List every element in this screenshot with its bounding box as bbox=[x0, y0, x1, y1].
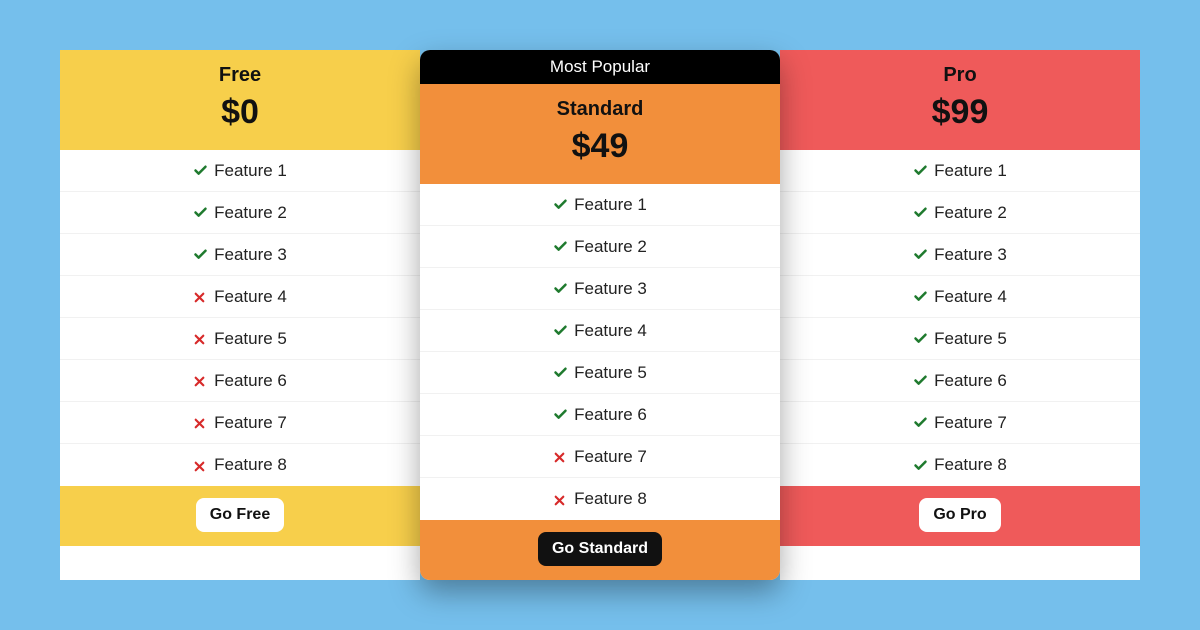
check-icon bbox=[913, 247, 928, 262]
check-icon bbox=[913, 205, 928, 220]
plan-footer: Go Standard bbox=[420, 520, 780, 580]
pricing-plan-standard: Most Popular Standard $49 Feature 1 Feat… bbox=[420, 50, 780, 580]
feature-label: Feature 2 bbox=[934, 203, 1007, 223]
feature-row: Feature 6 bbox=[420, 394, 780, 436]
check-icon bbox=[913, 458, 928, 473]
check-icon bbox=[553, 239, 568, 254]
feature-row: Feature 8 bbox=[420, 478, 780, 520]
plan-header: Pro $99 bbox=[780, 50, 1140, 150]
check-icon bbox=[913, 373, 928, 388]
feature-label: Feature 3 bbox=[574, 279, 647, 299]
feature-label: Feature 5 bbox=[574, 363, 647, 383]
feature-label: Feature 1 bbox=[934, 161, 1007, 181]
feature-row: Feature 5 bbox=[60, 318, 420, 360]
feature-label: Feature 6 bbox=[574, 405, 647, 425]
cross-icon bbox=[553, 449, 568, 464]
cross-icon bbox=[193, 289, 208, 304]
check-icon bbox=[553, 407, 568, 422]
feature-row: Feature 4 bbox=[60, 276, 420, 318]
feature-label: Feature 3 bbox=[934, 245, 1007, 265]
plan-price: $0 bbox=[60, 93, 420, 132]
go-standard-button[interactable]: Go Standard bbox=[538, 532, 662, 566]
feature-row: Feature 2 bbox=[780, 192, 1140, 234]
check-icon bbox=[553, 365, 568, 380]
cross-icon bbox=[193, 373, 208, 388]
cross-icon bbox=[193, 331, 208, 346]
check-icon bbox=[193, 163, 208, 178]
plan-header: Standard $49 bbox=[420, 84, 780, 184]
feature-label: Feature 4 bbox=[574, 321, 647, 341]
feature-row: Feature 1 bbox=[420, 184, 780, 226]
pricing-plan-pro: Pro $99 Feature 1 Feature 2 Feature 3 Fe… bbox=[780, 50, 1140, 580]
feature-label: Feature 4 bbox=[934, 287, 1007, 307]
feature-row: Feature 1 bbox=[60, 150, 420, 192]
feature-label: Feature 5 bbox=[214, 329, 287, 349]
feature-label: Feature 1 bbox=[574, 195, 647, 215]
feature-row: Feature 2 bbox=[60, 192, 420, 234]
most-popular-ribbon: Most Popular bbox=[420, 50, 780, 84]
pricing-plan-free: Free $0 Feature 1 Feature 2 Feature 3 Fe… bbox=[60, 50, 420, 580]
feature-label: Feature 7 bbox=[934, 413, 1007, 433]
feature-label: Feature 6 bbox=[934, 371, 1007, 391]
check-icon bbox=[913, 163, 928, 178]
feature-row: Feature 5 bbox=[780, 318, 1140, 360]
feature-row: Feature 4 bbox=[780, 276, 1140, 318]
cross-icon bbox=[553, 492, 568, 507]
check-icon bbox=[193, 205, 208, 220]
feature-row: Feature 7 bbox=[420, 436, 780, 478]
feature-label: Feature 7 bbox=[574, 447, 647, 467]
go-pro-button[interactable]: Go Pro bbox=[919, 498, 1000, 532]
feature-list: Feature 1 Feature 2 Feature 3 Feature 4 … bbox=[60, 150, 420, 486]
feature-label: Feature 2 bbox=[574, 237, 647, 257]
feature-label: Feature 7 bbox=[214, 413, 287, 433]
feature-row: Feature 7 bbox=[60, 402, 420, 444]
feature-row: Feature 3 bbox=[780, 234, 1140, 276]
feature-row: Feature 5 bbox=[420, 352, 780, 394]
feature-label: Feature 2 bbox=[214, 203, 287, 223]
feature-row: Feature 8 bbox=[780, 444, 1140, 486]
feature-label: Feature 8 bbox=[934, 455, 1007, 475]
check-icon bbox=[553, 197, 568, 212]
go-free-button[interactable]: Go Free bbox=[196, 498, 284, 532]
check-icon bbox=[193, 247, 208, 262]
feature-label: Feature 4 bbox=[214, 287, 287, 307]
feature-list: Feature 1 Feature 2 Feature 3 Feature 4 … bbox=[780, 150, 1140, 486]
feature-row: Feature 2 bbox=[420, 226, 780, 268]
plan-header: Free $0 bbox=[60, 50, 420, 150]
check-icon bbox=[553, 281, 568, 296]
feature-label: Feature 6 bbox=[214, 371, 287, 391]
cross-icon bbox=[193, 415, 208, 430]
plan-price: $99 bbox=[780, 93, 1140, 132]
feature-row: Feature 6 bbox=[780, 360, 1140, 402]
plan-name: Standard bbox=[420, 98, 780, 121]
feature-row: Feature 8 bbox=[60, 444, 420, 486]
check-icon bbox=[913, 289, 928, 304]
feature-row: Feature 3 bbox=[420, 268, 780, 310]
feature-row: Feature 6 bbox=[60, 360, 420, 402]
plan-name: Free bbox=[60, 64, 420, 87]
cross-icon bbox=[193, 458, 208, 473]
feature-label: Feature 5 bbox=[934, 329, 1007, 349]
feature-list: Feature 1 Feature 2 Feature 3 Feature 4 … bbox=[420, 184, 780, 520]
feature-label: Feature 8 bbox=[214, 455, 287, 475]
feature-label: Feature 3 bbox=[214, 245, 287, 265]
pricing-table: Free $0 Feature 1 Feature 2 Feature 3 Fe… bbox=[60, 50, 1140, 580]
feature-row: Feature 1 bbox=[780, 150, 1140, 192]
check-icon bbox=[913, 331, 928, 346]
check-icon bbox=[913, 415, 928, 430]
feature-label: Feature 8 bbox=[574, 489, 647, 509]
feature-row: Feature 3 bbox=[60, 234, 420, 276]
plan-footer: Go Free bbox=[60, 486, 420, 546]
feature-label: Feature 1 bbox=[214, 161, 287, 181]
check-icon bbox=[553, 323, 568, 338]
feature-row: Feature 4 bbox=[420, 310, 780, 352]
feature-row: Feature 7 bbox=[780, 402, 1140, 444]
plan-price: $49 bbox=[420, 127, 780, 166]
plan-footer: Go Pro bbox=[780, 486, 1140, 546]
plan-name: Pro bbox=[780, 64, 1140, 87]
